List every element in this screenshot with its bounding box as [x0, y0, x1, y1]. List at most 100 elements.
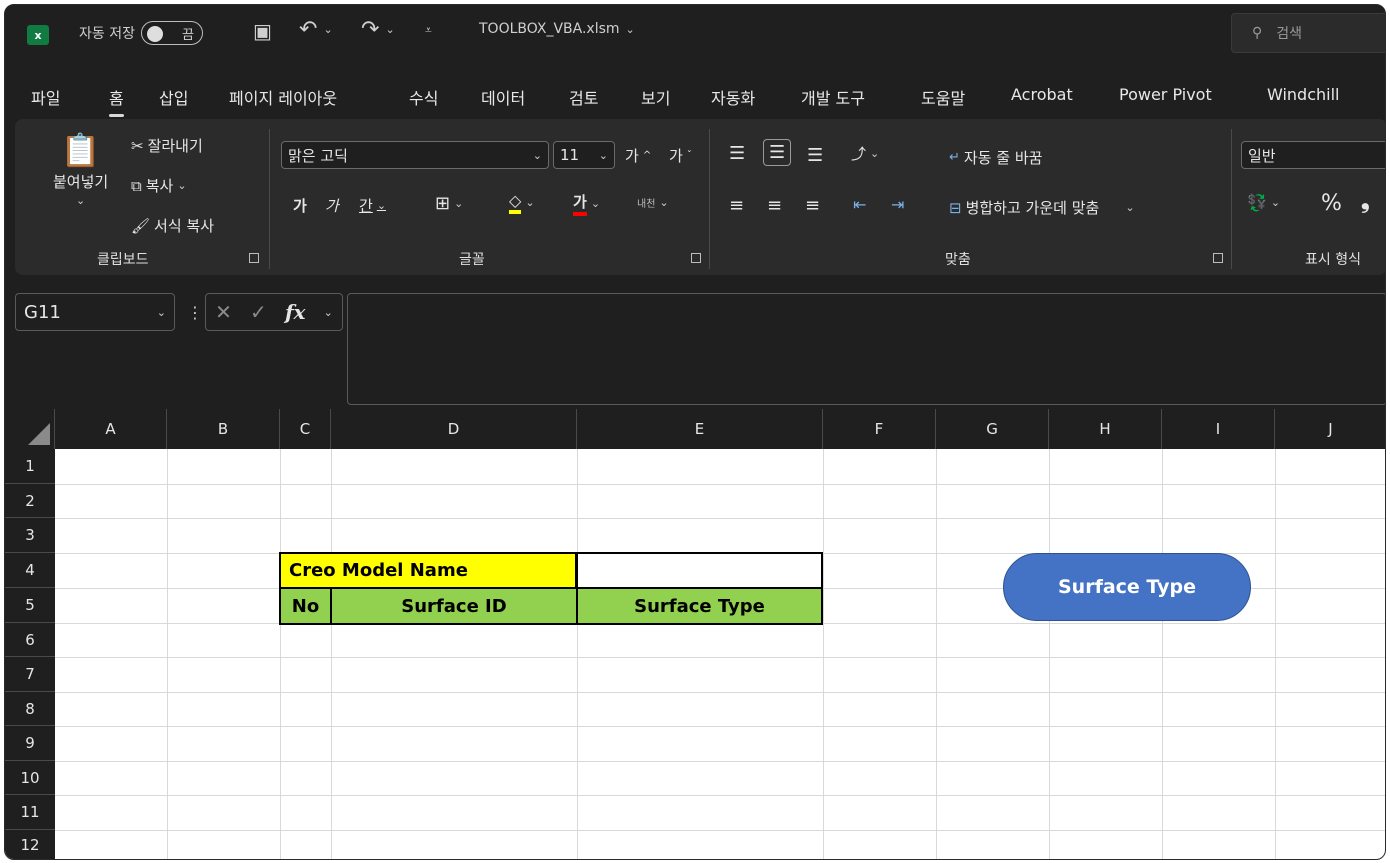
- tab-data[interactable]: 데이터: [481, 85, 525, 109]
- row-header-5[interactable]: 5: [5, 588, 55, 623]
- clipboard-launcher-icon[interactable]: [249, 253, 259, 263]
- comma-button[interactable]: ❟: [1361, 189, 1370, 214]
- align-top-button[interactable]: ☰: [729, 143, 745, 164]
- tab-page-layout[interactable]: 페이지 레이아웃: [229, 85, 337, 109]
- align-middle-button[interactable]: ☰: [763, 139, 792, 166]
- column-header-h[interactable]: H: [1049, 409, 1162, 449]
- search-box[interactable]: ⚲ 검색: [1231, 13, 1385, 53]
- font-size-value: 11: [560, 146, 580, 164]
- cell-d5-surface-id-header[interactable]: Surface ID: [330, 587, 578, 625]
- chevron-down-icon: ⌄: [532, 148, 542, 162]
- increase-indent-button[interactable]: ⇥: [891, 195, 904, 214]
- column-header-f[interactable]: F: [823, 409, 936, 449]
- tab-help[interactable]: 도움말: [921, 85, 965, 109]
- alignment-launcher-icon[interactable]: [1213, 253, 1223, 263]
- select-all-corner[interactable]: [5, 409, 55, 449]
- shrink-font-button[interactable]: 가ˇ: [669, 145, 692, 166]
- copy-icon: ⧉: [131, 176, 142, 195]
- format-painter-button[interactable]: 🖌 서식 복사: [131, 215, 214, 236]
- font-name-select[interactable]: 맑은 고딕 ⌄: [281, 141, 549, 169]
- decrease-indent-button[interactable]: ⇤: [853, 195, 866, 214]
- tab-review[interactable]: 검토: [569, 85, 598, 109]
- row-header-3[interactable]: 3: [5, 518, 55, 553]
- align-right-button[interactable]: ≡: [805, 195, 820, 216]
- font-launcher-icon[interactable]: [691, 253, 701, 263]
- paste-button[interactable]: 📋 붙여넣기 ⌄: [53, 131, 108, 207]
- borders-button[interactable]: ⊞ ⌄: [435, 193, 463, 214]
- chevron-down-icon: ⌄: [323, 305, 333, 319]
- number-group-label: 표시 형식: [1305, 252, 1361, 268]
- tab-view[interactable]: 보기: [641, 85, 670, 109]
- underline-button[interactable]: 간 ⌄: [359, 195, 386, 216]
- row-header-7[interactable]: 7: [5, 657, 55, 692]
- more-options-icon[interactable]: ⋮: [187, 303, 203, 322]
- accounting-format-button[interactable]: 💱 ⌄: [1247, 193, 1280, 212]
- cell-e5-surface-type-header[interactable]: Surface Type: [576, 587, 823, 625]
- tab-automate[interactable]: 자동화: [711, 85, 755, 109]
- font-color-button[interactable]: 가 ⌄: [573, 191, 600, 216]
- tab-developer[interactable]: 개발 도구: [801, 85, 865, 109]
- fill-color-button[interactable]: ◇ ⌄: [509, 191, 535, 214]
- align-left-button[interactable]: ≡: [729, 195, 744, 216]
- column-header-e[interactable]: E: [577, 409, 823, 449]
- cell-c5-no-header[interactable]: No: [279, 587, 332, 625]
- merge-label: 병합하고 가운데 맞춤: [965, 199, 1100, 217]
- tab-formulas[interactable]: 수식: [409, 85, 438, 109]
- cell-c4-model-name-label[interactable]: Creo Model Name: [279, 552, 577, 589]
- tab-windchill[interactable]: Windchill: [1267, 85, 1339, 104]
- column-header-j[interactable]: J: [1275, 409, 1385, 449]
- tab-acrobat[interactable]: Acrobat: [1011, 85, 1073, 104]
- save-icon[interactable]: ▣: [253, 19, 272, 43]
- insert-function-button[interactable]: fx: [285, 300, 306, 324]
- merge-center-button[interactable]: ⊟ 병합하고 가운데 맞춤 ⌄: [949, 197, 1135, 218]
- chevron-down-icon: ⌄: [870, 147, 880, 160]
- currency-icon: 💱: [1247, 193, 1267, 212]
- column-header-g[interactable]: G: [936, 409, 1049, 449]
- tab-home[interactable]: 홈: [109, 85, 124, 117]
- number-format-select[interactable]: 일반: [1241, 141, 1385, 169]
- column-header-b[interactable]: B: [167, 409, 280, 449]
- grow-font-button[interactable]: 가 ^: [625, 145, 651, 166]
- cancel-icon[interactable]: ✕: [215, 300, 232, 324]
- file-name-group[interactable]: TOOLBOX_VBA.xlsm ⌄: [479, 21, 635, 37]
- wrap-text-button[interactable]: ↵ 자동 줄 바꿈: [949, 147, 1042, 168]
- customize-qat-icon[interactable]: ⩡: [425, 23, 432, 38]
- surface-type-macro-button[interactable]: Surface Type: [1003, 553, 1251, 621]
- align-center-button[interactable]: ≡: [767, 195, 782, 216]
- gridline: [55, 692, 1385, 693]
- row-header-6[interactable]: 6: [5, 623, 55, 657]
- column-header-c[interactable]: C: [280, 409, 331, 449]
- column-header-a[interactable]: A: [55, 409, 167, 449]
- row-header-12[interactable]: 12: [5, 830, 55, 859]
- enter-icon[interactable]: ✓: [250, 300, 267, 324]
- autosave-toggle[interactable]: 끔: [140, 21, 203, 45]
- bold-button[interactable]: 가: [293, 195, 307, 216]
- undo-icon[interactable]: ↶ ⌄: [299, 17, 333, 42]
- orientation-button[interactable]: ⤴ ⌄: [851, 143, 879, 164]
- row-header-8[interactable]: 8: [5, 692, 55, 726]
- gridline: [1275, 449, 1276, 859]
- tab-insert[interactable]: 삽입: [159, 85, 188, 109]
- tab-power-pivot[interactable]: Power Pivot: [1119, 85, 1212, 104]
- row-header-4[interactable]: 4: [5, 553, 55, 588]
- row-header-11[interactable]: 11: [5, 795, 55, 830]
- cut-button[interactable]: ✂ 잘라내기: [131, 135, 203, 156]
- phonetic-button[interactable]: 내천 ⌄: [637, 195, 669, 210]
- row-header-10[interactable]: 10: [5, 761, 55, 795]
- cell-e4-model-name-value[interactable]: [576, 552, 823, 589]
- formula-input[interactable]: [347, 293, 1385, 405]
- number-format-value: 일반: [1248, 146, 1276, 165]
- align-bottom-button[interactable]: ☰: [807, 145, 823, 166]
- name-box[interactable]: G11 ⌄: [15, 293, 175, 331]
- italic-button[interactable]: 가: [325, 195, 339, 216]
- column-header-d[interactable]: D: [331, 409, 577, 449]
- row-header-2[interactable]: 2: [5, 484, 55, 518]
- row-header-9[interactable]: 9: [5, 726, 55, 761]
- row-header-1[interactable]: 1: [5, 449, 55, 484]
- tab-file[interactable]: 파일: [31, 85, 60, 109]
- copy-button[interactable]: ⧉ 복사 ⌄: [131, 175, 187, 196]
- percent-button[interactable]: %: [1321, 191, 1342, 216]
- redo-icon[interactable]: ↷ ⌄: [361, 17, 395, 42]
- font-size-select[interactable]: 11 ⌄: [553, 141, 615, 169]
- column-header-i[interactable]: I: [1162, 409, 1275, 449]
